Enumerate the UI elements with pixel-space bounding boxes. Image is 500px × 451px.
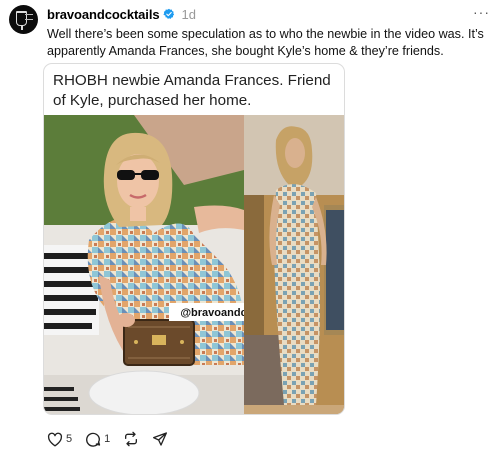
heart-icon bbox=[47, 432, 63, 447]
reply-count: 1 bbox=[104, 433, 111, 445]
right-photo bbox=[244, 115, 344, 414]
avatar[interactable] bbox=[9, 5, 38, 34]
post-timestamp: 1d bbox=[181, 6, 196, 22]
reply-button[interactable]: 1 bbox=[85, 431, 110, 447]
repost-icon bbox=[125, 431, 138, 447]
username[interactable]: bravoandcocktails bbox=[47, 7, 160, 22]
post-photo[interactable]: @bravoandcocktails bbox=[44, 115, 345, 415]
media-card-title: RHOBH newbie Amanda Frances. Friend of K… bbox=[53, 72, 331, 109]
left-photo bbox=[44, 115, 244, 414]
comment-icon bbox=[86, 432, 101, 447]
share-button[interactable] bbox=[152, 431, 168, 447]
like-count: 5 bbox=[66, 433, 73, 445]
send-icon bbox=[153, 432, 168, 446]
action-bar: 5 1 bbox=[47, 430, 181, 448]
post-caption: Well there’s been some speculation as to… bbox=[47, 27, 484, 58]
like-button[interactable]: 5 bbox=[47, 432, 72, 447]
media-card[interactable]: RHOBH newbie Amanda Frances. Friend of K… bbox=[43, 63, 345, 415]
more-options-icon[interactable]: ··· bbox=[473, 4, 490, 20]
post-header: bravoandcocktails 1d bbox=[47, 6, 196, 22]
verified-badge-icon bbox=[163, 8, 175, 19]
repost-button[interactable] bbox=[123, 431, 139, 447]
